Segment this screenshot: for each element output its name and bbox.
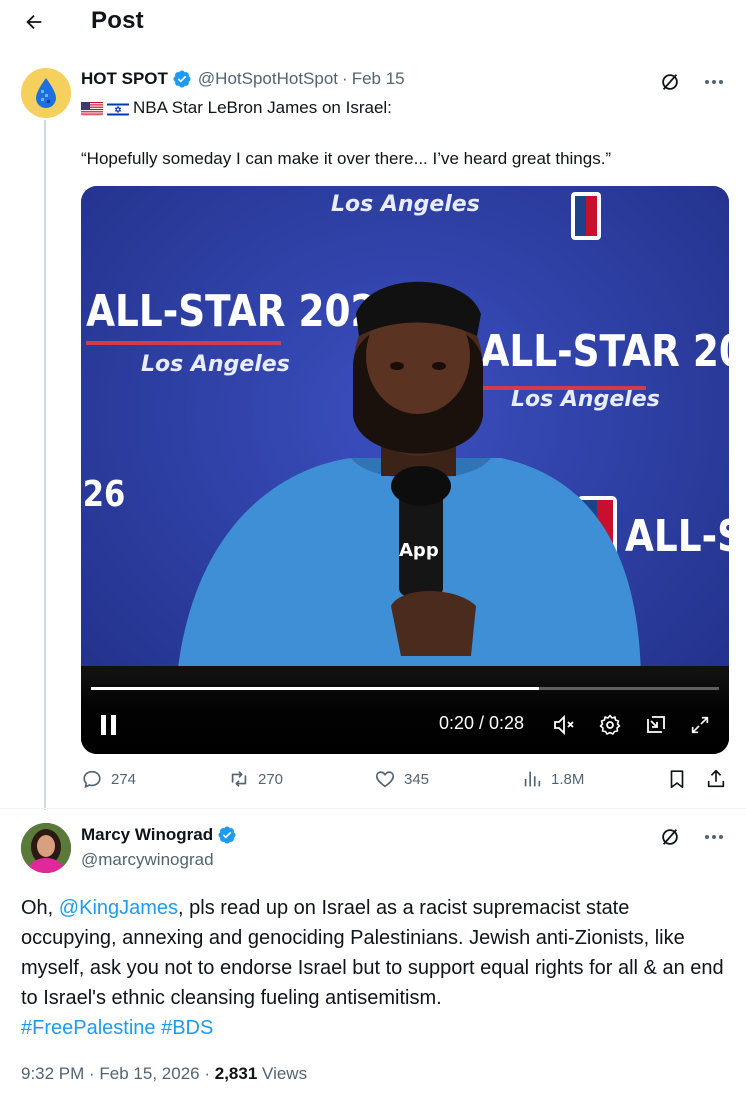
repost-count: 270 xyxy=(258,770,284,788)
settings-button[interactable] xyxy=(597,712,623,738)
grok-button[interactable] xyxy=(658,70,682,94)
reply-author-name[interactable]: Marcy Winograd xyxy=(81,825,213,845)
avatar-marcy[interactable] xyxy=(21,823,71,873)
like-button[interactable]: 345 xyxy=(374,768,429,790)
post-date[interactable]: Feb 15 xyxy=(352,69,405,89)
share-button[interactable] xyxy=(705,768,727,790)
repost-icon xyxy=(231,771,247,787)
more-options-button[interactable] xyxy=(702,70,726,94)
verified-badge-icon xyxy=(218,826,236,844)
comment-icon xyxy=(83,770,101,789)
svg-text:ALL-STAR 2026: ALL-STAR 2026 xyxy=(86,285,402,337)
pip-icon xyxy=(647,716,665,733)
mention-link[interactable]: @KingJames xyxy=(59,897,178,919)
svg-text:26: 26 xyxy=(83,473,126,515)
avatar-hotspot[interactable] xyxy=(21,68,71,118)
svg-text:ALL-STAR 2026: ALL-STAR 2026 xyxy=(481,325,730,377)
more-dots-icon xyxy=(705,835,723,839)
reply-button[interactable]: 274 xyxy=(81,768,136,790)
post-author-row: HOT SPOT @HotSpotHotSpot · Feb 15 xyxy=(81,69,405,89)
page-title: Post xyxy=(91,7,144,34)
post-text-quote: “Hopefully someday I can make it over th… xyxy=(81,149,612,168)
droplet-logo-icon xyxy=(36,78,56,108)
video-controls-overlay xyxy=(81,674,729,754)
separator-dot: · xyxy=(204,1064,211,1083)
picture-in-picture-button[interactable] xyxy=(643,712,669,738)
grok-icon xyxy=(662,829,678,845)
reply-author-row: Marcy Winograd xyxy=(81,825,237,845)
more-options-button[interactable] xyxy=(702,825,726,849)
video-frame: ALL-STAR 2026 Los Angeles ALL-STAR 2026 … xyxy=(81,186,729,754)
post-top-actions xyxy=(658,70,726,94)
reply-views-label: Views xyxy=(262,1064,308,1083)
svg-text:App: App xyxy=(399,540,439,561)
expand-icon xyxy=(691,716,709,734)
video-progress-fill xyxy=(91,687,540,690)
views-button[interactable]: 1.8M xyxy=(521,768,584,790)
video-progress-bar[interactable] xyxy=(91,687,719,690)
bookmark-icon xyxy=(670,770,684,789)
reply-author-handle[interactable]: @marcywinograd xyxy=(81,850,214,870)
post-text-headline: NBA Star LeBron James on Israel: xyxy=(133,98,392,117)
views-count: 1.8M xyxy=(551,770,585,788)
separator-dot: · xyxy=(342,69,348,88)
reply-count: 274 xyxy=(111,770,137,788)
more-dots-icon xyxy=(705,80,723,84)
heart-icon xyxy=(375,771,395,788)
top-bar: Post xyxy=(0,0,746,44)
arrow-left-icon xyxy=(26,14,42,30)
reply-body: Oh, @KingJames, pls read up on Israel as… xyxy=(21,893,726,1043)
post-action-bar: 274 270 345 1.8M xyxy=(81,768,729,798)
grok-icon xyxy=(662,74,678,90)
bookmark-button[interactable] xyxy=(666,768,688,790)
reply-top-actions xyxy=(658,825,726,849)
back-button[interactable] xyxy=(20,8,48,36)
divider xyxy=(0,808,746,809)
views-bar-chart-icon xyxy=(524,771,541,787)
svg-text:ALL-STAR: ALL-STAR xyxy=(625,510,729,562)
verified-badge-icon xyxy=(173,70,191,88)
profile-photo xyxy=(21,823,71,873)
video-time: 0:20 / 0:28 xyxy=(439,713,525,733)
svg-text:Los Angeles: Los Angeles xyxy=(141,352,290,377)
hashtag-link-bds[interactable]: #BDS xyxy=(161,1017,213,1039)
reply-text-pre: Oh, xyxy=(21,897,59,919)
reply-views-count: 2,831 xyxy=(214,1064,258,1083)
pause-button[interactable] xyxy=(99,714,119,736)
grok-button[interactable] xyxy=(658,825,682,849)
israel-flag-icon xyxy=(107,101,129,116)
repost-button[interactable]: 270 xyxy=(228,768,283,790)
gear-icon xyxy=(599,714,621,735)
post-text-line1: NBA Star LeBron James on Israel: xyxy=(81,97,392,119)
video-player[interactable]: ALL-STAR 2026 Los Angeles ALL-STAR 2026 … xyxy=(81,186,729,754)
hashtag-link-freepalestine[interactable]: #FreePalestine xyxy=(21,1017,156,1039)
us-flag-icon xyxy=(81,101,103,116)
reply-timestamp[interactable]: 9:32 PM · Feb 15, 2026 xyxy=(21,1064,200,1083)
fullscreen-button[interactable] xyxy=(687,712,713,738)
svg-text:Los Angeles: Los Angeles xyxy=(331,192,480,217)
mute-button[interactable] xyxy=(551,712,577,738)
svg-text:Los Angeles: Los Angeles xyxy=(511,387,660,412)
author-name[interactable]: HOT SPOT xyxy=(81,69,168,89)
thread-connector xyxy=(44,120,46,810)
share-upload-icon xyxy=(707,769,725,788)
like-count: 345 xyxy=(404,770,430,788)
reply-meta: 9:32 PM · Feb 15, 2026 · 2,831 Views xyxy=(21,1064,307,1084)
author-handle[interactable]: @HotSpotHotSpot xyxy=(198,69,338,89)
volume-muted-icon xyxy=(554,714,574,736)
